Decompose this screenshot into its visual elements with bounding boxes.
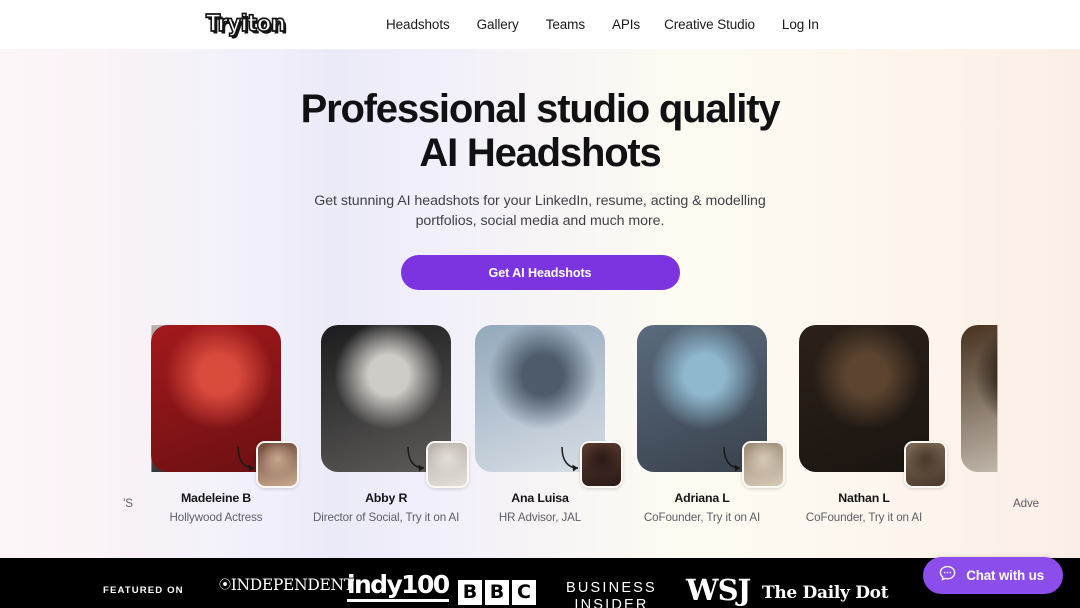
bbc-letter-1: B bbox=[458, 580, 482, 605]
chat-with-us-label: Chat with us bbox=[966, 568, 1044, 583]
featured-on-bar: FEATURED ON ⦿INDEPENDENT indy100 bbox=[0, 558, 1080, 608]
headshot-card-role: Adve bbox=[1012, 497, 1040, 510]
cta-container: Get AI Headshots bbox=[0, 255, 1080, 290]
thumbnail-image bbox=[582, 443, 621, 486]
nav-link-log-in[interactable]: Log In bbox=[782, 17, 819, 32]
bbc-letter-3: C bbox=[512, 580, 536, 605]
nav-link-creative-studio[interactable]: Creative Studio bbox=[664, 17, 755, 32]
headshot-photo bbox=[321, 325, 470, 488]
thumbnail-image bbox=[744, 443, 783, 486]
headshot-card-role: Director of Social, Try it on AI bbox=[313, 511, 460, 524]
headshot-card-role: HR Advisor, JAL bbox=[498, 511, 582, 524]
page-title: Professional studio quality AI Headshots bbox=[0, 87, 1080, 175]
headshot-source-thumbnail bbox=[426, 441, 470, 488]
headshot-card[interactable]: Adriana L CoFounder, Try it on AI bbox=[637, 325, 785, 524]
bbc-logo[interactable]: B B C bbox=[458, 580, 536, 605]
get-ai-headshots-button[interactable]: Get AI Headshots bbox=[400, 255, 680, 290]
headshot-photo bbox=[637, 325, 785, 488]
independent-logo-text: INDEPENDENT bbox=[230, 576, 354, 594]
thumbnail-image bbox=[906, 443, 945, 486]
headshot-photo-image bbox=[961, 325, 998, 472]
business-insider-logo[interactable]: BUSINESS INSIDER bbox=[566, 580, 657, 608]
nav-link-headshots[interactable]: Headshots bbox=[386, 17, 450, 32]
headshot-photo bbox=[151, 325, 299, 488]
top-navigation-bar: Tryiton Headshots Gallery Teams APIs Cre… bbox=[0, 0, 1080, 49]
headshot-card[interactable]: Ana Luisa HR Advisor, JAL bbox=[475, 325, 623, 524]
hero-subtitle-line-2: portfolios, social media and much more. bbox=[415, 213, 665, 230]
chat-bubble-icon bbox=[938, 564, 957, 588]
headshot-card-name: Abby R bbox=[365, 491, 408, 505]
headshot-card-role: CoFounder, Try it on AI bbox=[805, 511, 923, 524]
site-logo[interactable]: Tryiton bbox=[205, 9, 286, 38]
headshot-card[interactable]: Madeleine B Hollywood Actress bbox=[151, 325, 299, 524]
nav-link-apis[interactable]: APIs bbox=[612, 17, 640, 32]
headshot-card-role: 'S bbox=[123, 497, 133, 510]
headshot-card[interactable]: Nathan L CoFounder, Try it on AI bbox=[799, 325, 947, 524]
headshot-source-thumbnail bbox=[580, 441, 623, 488]
headshot-card-name: Adriana L bbox=[674, 491, 730, 505]
hero-section: Professional studio quality AI Headshots… bbox=[0, 49, 1080, 558]
headshot-source-thumbnail bbox=[904, 441, 947, 488]
hero-subtitle-line-1: Get stunning AI headshots for your Linke… bbox=[314, 193, 766, 209]
featured-on-label: FEATURED ON bbox=[103, 585, 184, 596]
wsj-logo[interactable]: WSJ bbox=[686, 576, 751, 605]
headshot-photo bbox=[475, 325, 623, 488]
headshot-photo bbox=[799, 325, 947, 488]
headshot-source-thumbnail bbox=[742, 441, 785, 488]
headshot-photo-frame bbox=[961, 325, 998, 472]
nav-link-gallery[interactable]: Gallery bbox=[477, 17, 519, 32]
headshot-photo bbox=[961, 325, 998, 472]
headshot-card-role: CoFounder, Try it on AI bbox=[643, 511, 761, 524]
hero-subtitle: Get stunning AI headshots for your Linke… bbox=[0, 191, 1080, 231]
business-insider-line-2: INSIDER bbox=[574, 597, 649, 608]
business-insider-line-1: BUSINESS bbox=[566, 580, 657, 596]
headshot-card-name: Ana Luisa bbox=[511, 491, 569, 505]
nav-link-teams[interactable]: Teams bbox=[546, 17, 585, 32]
headshot-card-role: Hollywood Actress bbox=[169, 511, 263, 524]
independent-logo[interactable]: ⦿INDEPENDENT bbox=[219, 576, 354, 594]
headshot-card[interactable]: Abby R Director of Social, Try it on AI bbox=[313, 325, 470, 524]
chat-with-us-button[interactable]: Chat with us bbox=[923, 557, 1063, 594]
thumbnail-image bbox=[428, 443, 468, 486]
independent-mark-icon: ⦿ bbox=[219, 577, 231, 592]
thumbnail-image bbox=[258, 443, 297, 486]
headshot-card[interactable]: Adve bbox=[961, 325, 1080, 510]
headshot-source-thumbnail bbox=[256, 441, 299, 488]
headshot-card-name: Nathan L bbox=[838, 491, 890, 505]
nav-links: Headshots Gallery Teams APIs Creative St… bbox=[386, 0, 819, 49]
page-title-line-1: Professional studio quality bbox=[300, 87, 781, 131]
headshot-carousel[interactable]: 'S Madeleine B Hollywood Actress Abby R Dire… bbox=[0, 325, 1080, 525]
headshot-card-name: Madeleine B bbox=[180, 491, 252, 505]
daily-dot-logo[interactable]: The Daily Dot bbox=[762, 583, 889, 603]
bbc-letter-2: B bbox=[485, 580, 509, 605]
indy100-logo[interactable]: indy100 bbox=[347, 571, 450, 603]
page-title-line-2: AI Headshots bbox=[419, 131, 661, 175]
